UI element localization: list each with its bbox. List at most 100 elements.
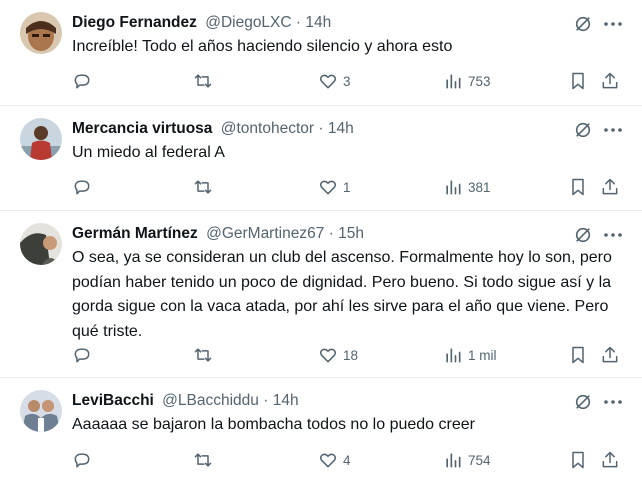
views-button[interactable]: 381 — [443, 176, 491, 198]
avatar-image — [20, 223, 62, 265]
separator-dot: · — [328, 225, 334, 242]
avatar-image — [20, 390, 62, 432]
author-handle[interactable]: @tontohector — [221, 120, 314, 137]
reply-icon — [74, 453, 90, 468]
view-count: 1 mil — [468, 347, 497, 363]
grok-icon[interactable] — [574, 15, 592, 33]
reply-button[interactable] — [72, 344, 97, 366]
bookmark-button[interactable] — [568, 344, 588, 366]
share-button[interactable] — [600, 176, 620, 198]
tweet[interactable]: LeviBacchi @LBacchiddu · 14h Aaaaaa se b… — [0, 378, 642, 478]
retweet-button[interactable] — [193, 344, 218, 366]
bookmark-button[interactable] — [568, 449, 588, 471]
author-name[interactable]: Mercancia virtuosa — [72, 120, 212, 137]
bookmark-icon — [572, 451, 584, 469]
reply-icon — [74, 180, 90, 195]
reply-button[interactable] — [72, 176, 97, 198]
views-icon — [446, 453, 461, 468]
separator-dot: · — [263, 392, 269, 409]
like-icon — [319, 453, 337, 468]
avatar-image — [20, 118, 62, 160]
tweet[interactable]: Mercancia virtuosa @tontohector · 14h Un… — [0, 106, 642, 211]
tweet-time[interactable]: 14h — [328, 120, 354, 137]
views-icon — [446, 180, 461, 195]
tweet[interactable]: Diego Fernandez @DiegoLXC · 14h Increíbl… — [0, 0, 642, 106]
like-count: 4 — [343, 452, 351, 468]
avatar-image — [20, 12, 62, 54]
author-handle[interactable]: @DiegoLXC — [205, 14, 291, 31]
author-name[interactable]: Germán Martínez — [72, 225, 198, 242]
like-icon — [319, 74, 337, 89]
bookmark-button[interactable] — [568, 176, 588, 198]
share-button[interactable] — [600, 449, 620, 471]
like-count: 3 — [343, 73, 351, 89]
share-button[interactable] — [600, 70, 620, 92]
views-button[interactable]: 1 mil — [443, 344, 497, 366]
tweet-text-line: Un miedo al federal A — [72, 144, 225, 161]
avatar[interactable] — [20, 390, 62, 432]
like-button[interactable]: 1 — [318, 176, 351, 198]
like-button[interactable]: 18 — [318, 344, 358, 366]
retweet-button[interactable] — [193, 449, 218, 471]
bookmark-icon — [572, 346, 584, 364]
share-icon — [602, 346, 618, 363]
grok-icon[interactable] — [574, 226, 592, 244]
view-count: 754 — [468, 452, 491, 468]
views-icon — [446, 74, 461, 89]
author-handle[interactable]: @GerMartinez67 — [206, 225, 324, 242]
like-button[interactable]: 4 — [318, 449, 351, 471]
retweet-icon — [194, 348, 212, 362]
like-icon — [319, 180, 337, 195]
retweet-button[interactable] — [193, 70, 218, 92]
retweet-icon — [194, 453, 212, 467]
more-icon[interactable] — [602, 393, 624, 411]
author-name[interactable]: Diego Fernandez — [72, 14, 197, 31]
tweet-text-line: gorda sigue con la vaca atada, por ahí l… — [72, 298, 609, 315]
tweet-actions: 4 754 — [72, 449, 632, 471]
bookmark-icon — [572, 178, 584, 196]
reply-button[interactable] — [72, 449, 97, 471]
like-count: 18 — [343, 347, 359, 363]
tweet-header: LeviBacchi @LBacchiddu · 14h — [72, 389, 572, 413]
share-icon — [602, 72, 618, 89]
tweet-text: O sea, ya se consideran un club del asce… — [72, 246, 620, 344]
more-icon[interactable] — [602, 226, 624, 244]
tweet-actions: 18 1 mil — [72, 344, 632, 366]
grok-icon[interactable] — [574, 121, 592, 139]
avatar[interactable] — [20, 12, 62, 54]
views-button[interactable]: 753 — [443, 70, 491, 92]
share-button[interactable] — [600, 344, 620, 366]
more-icon[interactable] — [602, 15, 624, 33]
tweet-text-line: Aaaaaa se bajaron la bombacha todos no l… — [72, 416, 475, 433]
share-icon — [602, 451, 618, 468]
tweet-time[interactable]: 15h — [338, 225, 364, 242]
like-button[interactable]: 3 — [318, 70, 351, 92]
grok-icon[interactable] — [574, 393, 592, 411]
bookmark-icon — [572, 72, 584, 90]
tweet-actions: 1 381 — [72, 176, 632, 198]
tweet[interactable]: Germán Martínez @GerMartinez67 · 15h O s… — [0, 211, 642, 378]
views-button[interactable]: 754 — [443, 449, 491, 471]
avatar[interactable] — [20, 118, 62, 160]
author-name[interactable]: LeviBacchi — [72, 392, 154, 409]
author-handle[interactable]: @LBacchiddu — [162, 392, 259, 409]
reply-icon — [74, 348, 90, 363]
tweet-header: Mercancia virtuosa @tontohector · 14h — [72, 117, 572, 141]
more-icon[interactable] — [602, 121, 624, 139]
tweet-header: Germán Martínez @GerMartinez67 · 15h — [72, 222, 572, 246]
tweet-text-line: O sea, ya se consideran un club del asce… — [72, 249, 612, 266]
avatar[interactable] — [20, 223, 62, 265]
bookmark-button[interactable] — [568, 70, 588, 92]
like-icon — [319, 348, 337, 363]
view-count: 381 — [468, 179, 491, 195]
views-icon — [446, 348, 461, 363]
reply-button[interactable] — [72, 70, 97, 92]
tweet-text: Aaaaaa se bajaron la bombacha todos no l… — [72, 413, 620, 438]
tweet-time[interactable]: 14h — [305, 14, 331, 31]
reply-icon — [74, 74, 90, 89]
tweet-time[interactable]: 14h — [273, 392, 299, 409]
retweet-button[interactable] — [193, 176, 218, 198]
separator-dot: · — [295, 14, 302, 31]
tweet-feed: Diego Fernandez @DiegoLXC · 14h Increíbl… — [0, 0, 642, 478]
tweet-text-line: Increíble! Todo el años haciendo silenci… — [72, 38, 453, 55]
